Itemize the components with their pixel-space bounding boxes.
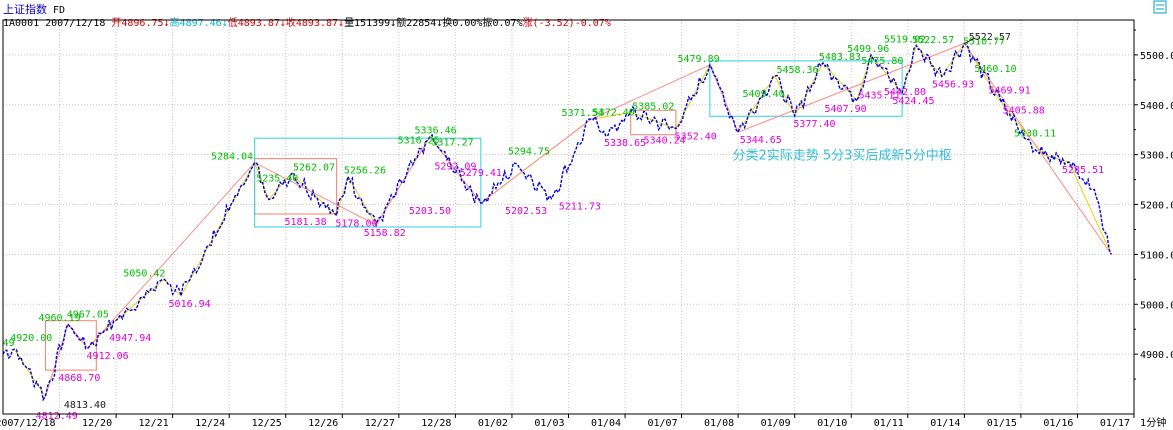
x-tick-label: 12/21 <box>139 418 169 429</box>
segment-polyline <box>44 42 1112 397</box>
stroke-line <box>13 42 1112 398</box>
bottom-point-label: 4947.94 <box>109 333 151 344</box>
bottom-point-label: 5424.45 <box>892 96 934 107</box>
x-tick-label: 01/03 <box>534 418 564 429</box>
x-tick-label: 12/27 <box>365 418 395 429</box>
bottom-point-label: 5285.51 <box>1062 165 1104 176</box>
top-point-label: 5458.36 <box>776 65 818 76</box>
x-tick-label: 01/09 <box>761 418 791 429</box>
analysis-note: 分类2实际走势 5分3买后成新5分中枢 <box>732 148 951 164</box>
top-point-label: 4967.05 <box>67 310 109 321</box>
x-tick-label: 12/24 <box>195 418 225 429</box>
bottom-point-label: 5377.40 <box>793 119 835 130</box>
axes: 4900.00 5000.00 5100.00 5200.00 5300.00 5400.… <box>0 19 1173 429</box>
x-tick-label: 01/08 <box>704 418 734 429</box>
bottom-point-label: 5279.41 <box>460 168 502 179</box>
price-chart[interactable]: 494920.004960.194967.054868.704912.06494… <box>0 0 1173 430</box>
top-point-label: 5317.27 <box>431 138 473 149</box>
x-tick-label: 12/28 <box>421 418 451 429</box>
x-tick-label: 01/04 <box>591 418 621 429</box>
x-tick-label: 01/17 <box>1100 418 1130 429</box>
top-point-label: 5050.42 <box>123 268 165 279</box>
y-tick-label: 5500.00 <box>1140 51 1173 62</box>
pivot-box-small <box>630 109 677 136</box>
bottom-point-label: 5456.93 <box>932 79 974 90</box>
price-series <box>2 42 1113 402</box>
y-tick-label: 5100.00 <box>1140 250 1173 261</box>
y-tick-label: 5000.00 <box>1140 300 1173 311</box>
top-point-label: 5330.11 <box>1014 129 1056 140</box>
bottom-point-label: 5203.50 <box>409 206 451 217</box>
top-point-label: 5479.89 <box>677 54 719 65</box>
x-tick-label: 12/25 <box>252 418 282 429</box>
x-tick-label: 12/20 <box>82 418 112 429</box>
top-point-label: 5294.75 <box>508 147 550 158</box>
top-point-label: 5256.26 <box>344 166 386 177</box>
price-line <box>2 42 1113 402</box>
bottom-point-label: 5158.82 <box>364 228 406 239</box>
bottom-point-label: 4912.06 <box>87 351 129 362</box>
top-point-label: 5385.02 <box>632 101 674 112</box>
top-point-label: 5262.07 <box>293 163 335 174</box>
x-tick-label: 01/15 <box>987 418 1017 429</box>
x-tick-label: 01/02 <box>478 418 508 429</box>
bottom-point-label: 5202.53 <box>505 206 547 217</box>
x-tick-label: 01/11 <box>874 418 904 429</box>
y-tick-label: 5300.00 <box>1140 151 1173 162</box>
top-point-label: 5372.40 <box>593 108 635 119</box>
top-point-label: 5409.40 <box>743 89 785 100</box>
x-tick-label: 01/16 <box>1043 418 1073 429</box>
bottom-point-label: 5211.73 <box>559 202 601 213</box>
top-point-label: 5475.80 <box>861 56 903 67</box>
bottom-point-label: 4868.70 <box>58 373 100 384</box>
x-tick-label: 2007/12/18 <box>0 418 56 429</box>
timeframe-label: 1分钟 <box>1140 416 1166 429</box>
annotations: 494920.004960.194967.054868.704912.06494… <box>3 32 1105 422</box>
x-tick-label: 01/07 <box>647 418 677 429</box>
top-point-label: 5510.77 <box>963 36 1005 47</box>
bottom-point-label: 5338.65 <box>604 138 646 149</box>
bottom-point-label: 5344.65 <box>740 135 782 146</box>
stroke-polyline <box>13 42 1112 398</box>
bottom-point-label: 5181.38 <box>284 217 326 228</box>
bottom-point-label: 5407.90 <box>825 104 867 115</box>
x-tick-label: 01/14 <box>930 418 960 429</box>
top-point-label: 5499.96 <box>847 44 889 55</box>
pivot-boxes <box>44 60 903 371</box>
top-point-label: 5522.57 <box>912 35 954 46</box>
x-tick-label: 01/10 <box>817 418 847 429</box>
y-tick-label: 4900.00 <box>1140 350 1173 361</box>
y-tick-label: 5400.00 <box>1140 101 1173 112</box>
top-point-label: 5235.40 <box>256 174 298 185</box>
bottom-point-label: 5405.88 <box>1003 105 1045 116</box>
bottom-point-label: 5469.91 <box>989 85 1031 96</box>
bottom-point-label: 5352.40 <box>675 132 717 143</box>
y-tick-label: 5200.00 <box>1140 201 1173 212</box>
x-tick-label: 12/26 <box>308 418 338 429</box>
top-point-label: 5460.10 <box>974 64 1016 75</box>
bottom-point-label: 5016.94 <box>169 299 211 310</box>
neutral-point-label: 4813.40 <box>64 400 106 411</box>
top-point-label: 5284.04 <box>211 152 253 163</box>
top-point-label: 4920.00 <box>10 333 52 344</box>
segment-line <box>44 42 1112 397</box>
